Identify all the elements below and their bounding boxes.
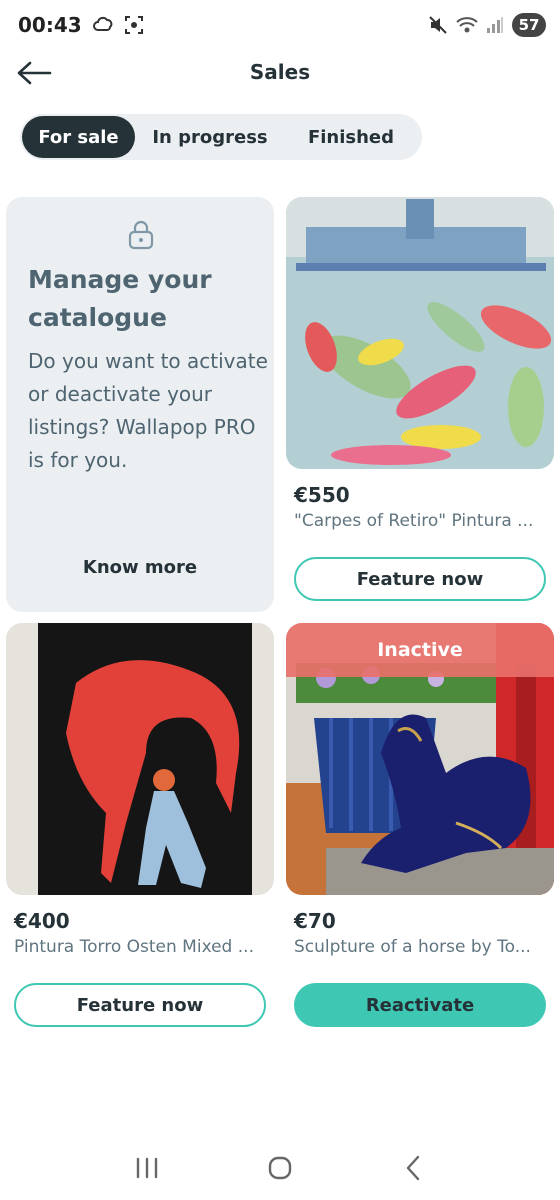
- product-price: €550: [294, 483, 350, 507]
- product-title: Pintura Torro Osten Mixed ...: [14, 937, 254, 957]
- tab-finished[interactable]: Finished: [285, 116, 417, 158]
- mute-icon: [428, 15, 448, 35]
- page-title: Sales: [249, 60, 311, 84]
- sales-tabs: For sale In progress Finished: [20, 114, 422, 160]
- promo-description: Do you want to activate or deactivate yo…: [28, 349, 268, 472]
- recent-apps-icon: [136, 1157, 157, 1179]
- screenshot-icon: [124, 15, 144, 35]
- recent-apps-button[interactable]: [117, 1148, 177, 1188]
- product-image-koi-painting[interactable]: [286, 197, 554, 469]
- product-image-figure-painting[interactable]: [6, 623, 274, 895]
- product-title: "Carpes of Retiro" Pintura ...: [294, 511, 534, 531]
- battery-indicator: 57: [512, 13, 546, 37]
- product-title: Sculpture of a horse by To...: [294, 937, 531, 957]
- feature-now-button[interactable]: Feature now: [14, 983, 266, 1027]
- reactivate-button[interactable]: Reactivate: [294, 983, 546, 1027]
- system-nav-bar: [0, 1140, 560, 1196]
- pro-promo-card: Manage your catalogue Do you want to act…: [6, 197, 274, 612]
- tab-in-progress[interactable]: In progress: [135, 116, 285, 158]
- home-icon: [268, 1156, 292, 1180]
- app-header: Sales: [0, 50, 560, 96]
- tab-for-sale[interactable]: For sale: [22, 116, 135, 158]
- sales-screen: 00:43 57 Sales For sale In progress Fini…: [0, 0, 560, 1200]
- product-price: €70: [294, 909, 336, 933]
- promo-title: Manage your catalogue: [28, 265, 212, 332]
- know-more-link[interactable]: Know more: [6, 557, 274, 578]
- chevron-left-icon: [407, 1155, 420, 1181]
- system-back-button[interactable]: [383, 1148, 443, 1188]
- status-time: 00:43: [18, 13, 82, 37]
- signal-icon: [486, 16, 504, 34]
- inactive-badge: Inactive: [286, 623, 554, 677]
- product-image-horse-sculpture[interactable]: Inactive: [286, 623, 554, 895]
- cloud-icon: [92, 15, 114, 35]
- wifi-icon: [456, 16, 478, 34]
- home-button[interactable]: [250, 1148, 310, 1188]
- product-price: €400: [14, 909, 70, 933]
- lock-icon: [126, 219, 156, 255]
- feature-now-button[interactable]: Feature now: [294, 557, 546, 601]
- status-bar: 00:43 57: [0, 0, 560, 50]
